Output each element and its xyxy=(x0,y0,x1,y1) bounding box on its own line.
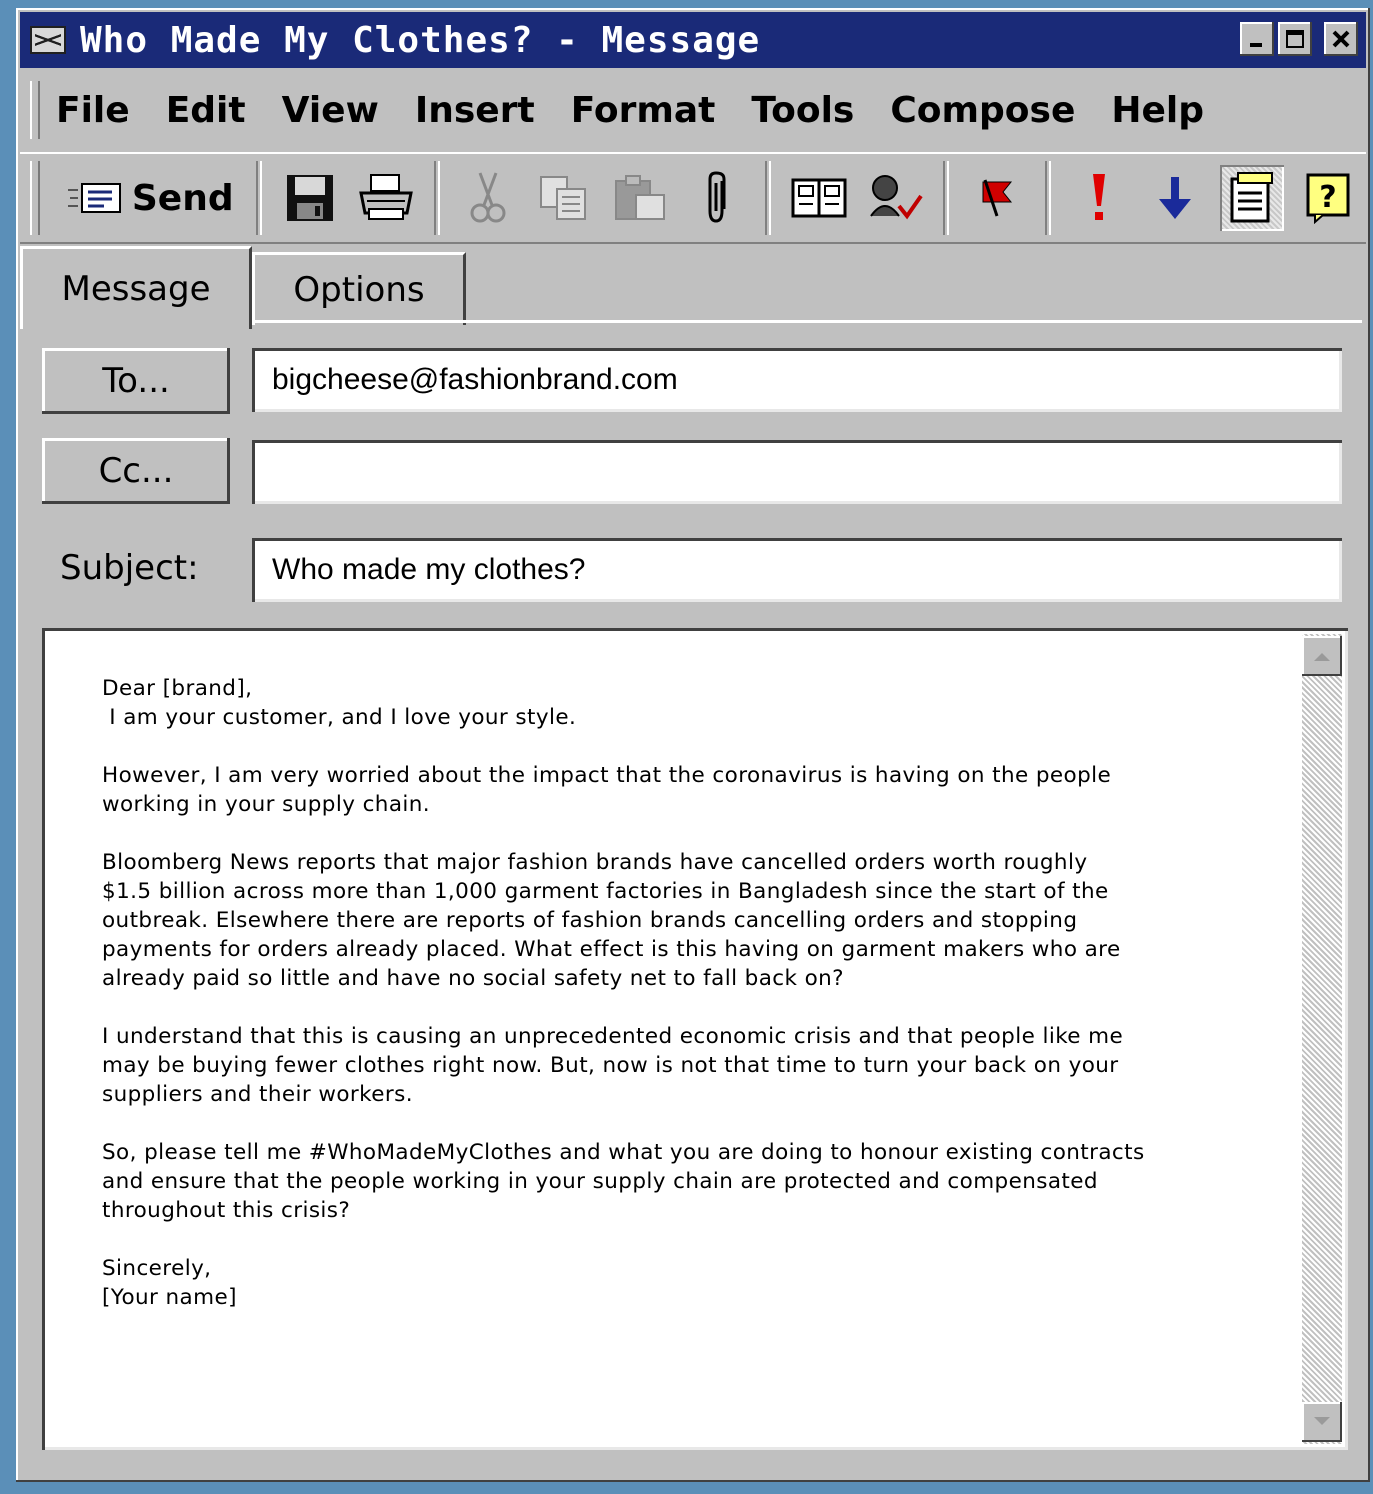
help-button[interactable]: ? xyxy=(1296,165,1360,231)
toolbar: Send ? xyxy=(20,152,1366,244)
toolbar-grip[interactable] xyxy=(30,161,40,235)
menu-tools[interactable]: Tools xyxy=(751,90,854,131)
menu-file[interactable]: File xyxy=(56,90,130,131)
window-title: Who Made My Clothes? - Message xyxy=(80,19,761,61)
toolbar-separator xyxy=(433,161,440,235)
paste-icon xyxy=(615,175,666,220)
help-icon: ? xyxy=(1306,173,1350,224)
to-field[interactable]: bigcheese@fashionbrand.com xyxy=(252,348,1342,412)
menu-edit[interactable]: Edit xyxy=(166,90,246,131)
flag-icon xyxy=(982,179,1013,217)
menu-grip[interactable] xyxy=(30,81,40,139)
scroll-down-icon xyxy=(1314,1417,1330,1425)
toolbar-separator xyxy=(943,161,950,235)
toolbar-separator xyxy=(764,161,771,235)
high-priority-button[interactable] xyxy=(1067,165,1131,231)
minimize-icon xyxy=(1250,43,1262,47)
send-label: Send xyxy=(131,177,234,219)
to-button-label: To... xyxy=(102,361,170,401)
send-button[interactable]: Send xyxy=(56,165,246,231)
tab-options[interactable]: Options xyxy=(252,252,466,325)
tab-panel-edge xyxy=(252,320,1362,323)
scroll-up-button[interactable] xyxy=(1302,636,1342,676)
attach-button[interactable] xyxy=(685,165,749,231)
save-button[interactable] xyxy=(278,165,342,231)
flag-button[interactable] xyxy=(965,165,1029,231)
vertical-scrollbar[interactable] xyxy=(1302,634,1342,1444)
copy-icon xyxy=(540,176,587,220)
to-button[interactable]: To... xyxy=(42,348,230,414)
subject-field[interactable]: Who made my clothes? xyxy=(252,538,1342,602)
menu-insert[interactable]: Insert xyxy=(415,90,535,131)
subject-label: Subject: xyxy=(60,548,199,588)
scroll-down-button[interactable] xyxy=(1302,1402,1342,1442)
copy-button[interactable] xyxy=(532,165,596,231)
stationery-icon xyxy=(1230,172,1273,223)
message-window: Who Made My Clothes? - Message File Edit… xyxy=(16,8,1370,1482)
menu-format[interactable]: Format xyxy=(571,90,716,131)
cut-icon xyxy=(470,172,506,223)
check-names-button[interactable] xyxy=(863,165,927,231)
cc-field[interactable] xyxy=(252,440,1342,504)
address-book-icon xyxy=(791,178,847,218)
print-icon xyxy=(359,174,413,220)
to-field-value: bigcheese@fashionbrand.com xyxy=(272,363,678,396)
svg-text:?: ? xyxy=(1319,180,1336,215)
low-priority-button[interactable] xyxy=(1143,165,1207,231)
window-controls xyxy=(1240,22,1358,56)
stationery-button[interactable] xyxy=(1219,165,1284,231)
envelope-icon xyxy=(30,26,66,54)
subject-field-value: Who made my clothes? xyxy=(272,553,586,586)
menu-view[interactable]: View xyxy=(282,90,379,131)
title-bar[interactable]: Who Made My Clothes? - Message xyxy=(20,12,1366,68)
toolbar-separator xyxy=(1045,161,1052,235)
close-button[interactable] xyxy=(1324,22,1358,56)
save-icon xyxy=(286,175,333,221)
send-icon xyxy=(67,183,121,213)
minimize-button[interactable] xyxy=(1240,22,1274,56)
maximize-button[interactable] xyxy=(1278,22,1312,56)
message-body[interactable]: Dear [brand], I am your customer, and I … xyxy=(42,628,1348,1450)
message-body-text: Dear [brand], I am your customer, and I … xyxy=(102,676,1145,1310)
low-priority-icon xyxy=(1159,177,1192,219)
close-icon xyxy=(1332,30,1350,48)
menu-bar: File Edit View Insert Format Tools Compo… xyxy=(20,72,1366,148)
cc-button[interactable]: Cc... xyxy=(42,438,230,504)
paste-button[interactable] xyxy=(608,165,672,231)
attach-icon xyxy=(708,171,726,223)
scroll-up-icon xyxy=(1314,653,1330,661)
menu-help[interactable]: Help xyxy=(1111,90,1204,131)
cut-button[interactable] xyxy=(456,165,520,231)
cc-button-label: Cc... xyxy=(98,451,174,491)
menu-compose[interactable]: Compose xyxy=(890,90,1075,131)
maximize-icon xyxy=(1286,30,1304,48)
address-book-button[interactable] xyxy=(787,165,851,231)
print-button[interactable] xyxy=(354,165,418,231)
high-priority-icon xyxy=(1093,174,1106,220)
toolbar-separator xyxy=(255,161,262,235)
tab-message[interactable]: Message xyxy=(20,246,252,329)
check-names-icon xyxy=(870,175,923,220)
